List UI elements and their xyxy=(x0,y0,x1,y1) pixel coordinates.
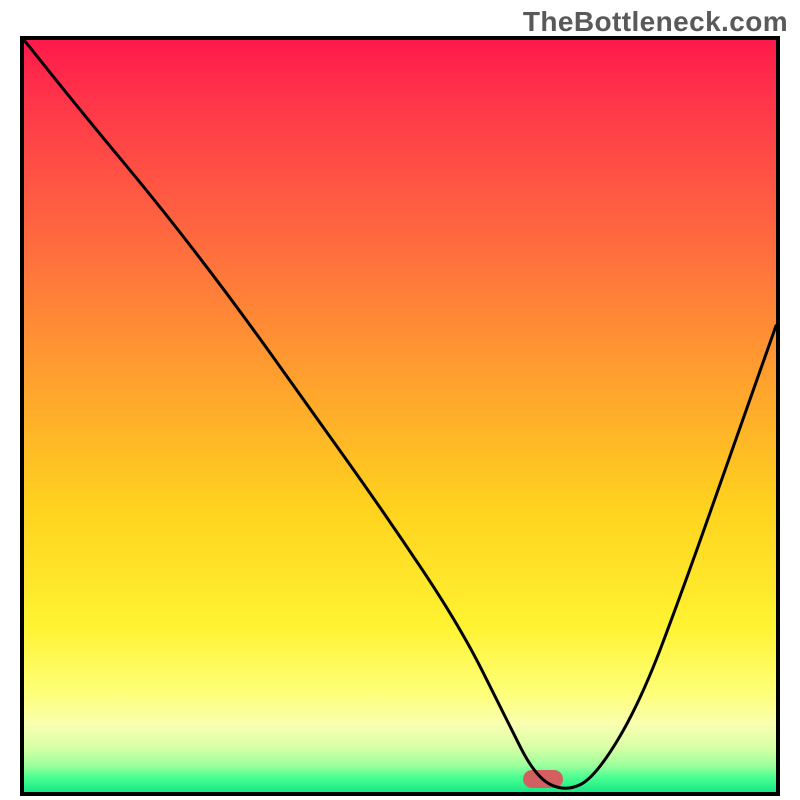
chart-container: TheBottleneck.com xyxy=(0,0,800,800)
bottleneck-curve xyxy=(24,40,776,792)
watermark-text: TheBottleneck.com xyxy=(523,6,788,38)
curve-path xyxy=(24,40,776,788)
plot-area xyxy=(20,36,780,796)
